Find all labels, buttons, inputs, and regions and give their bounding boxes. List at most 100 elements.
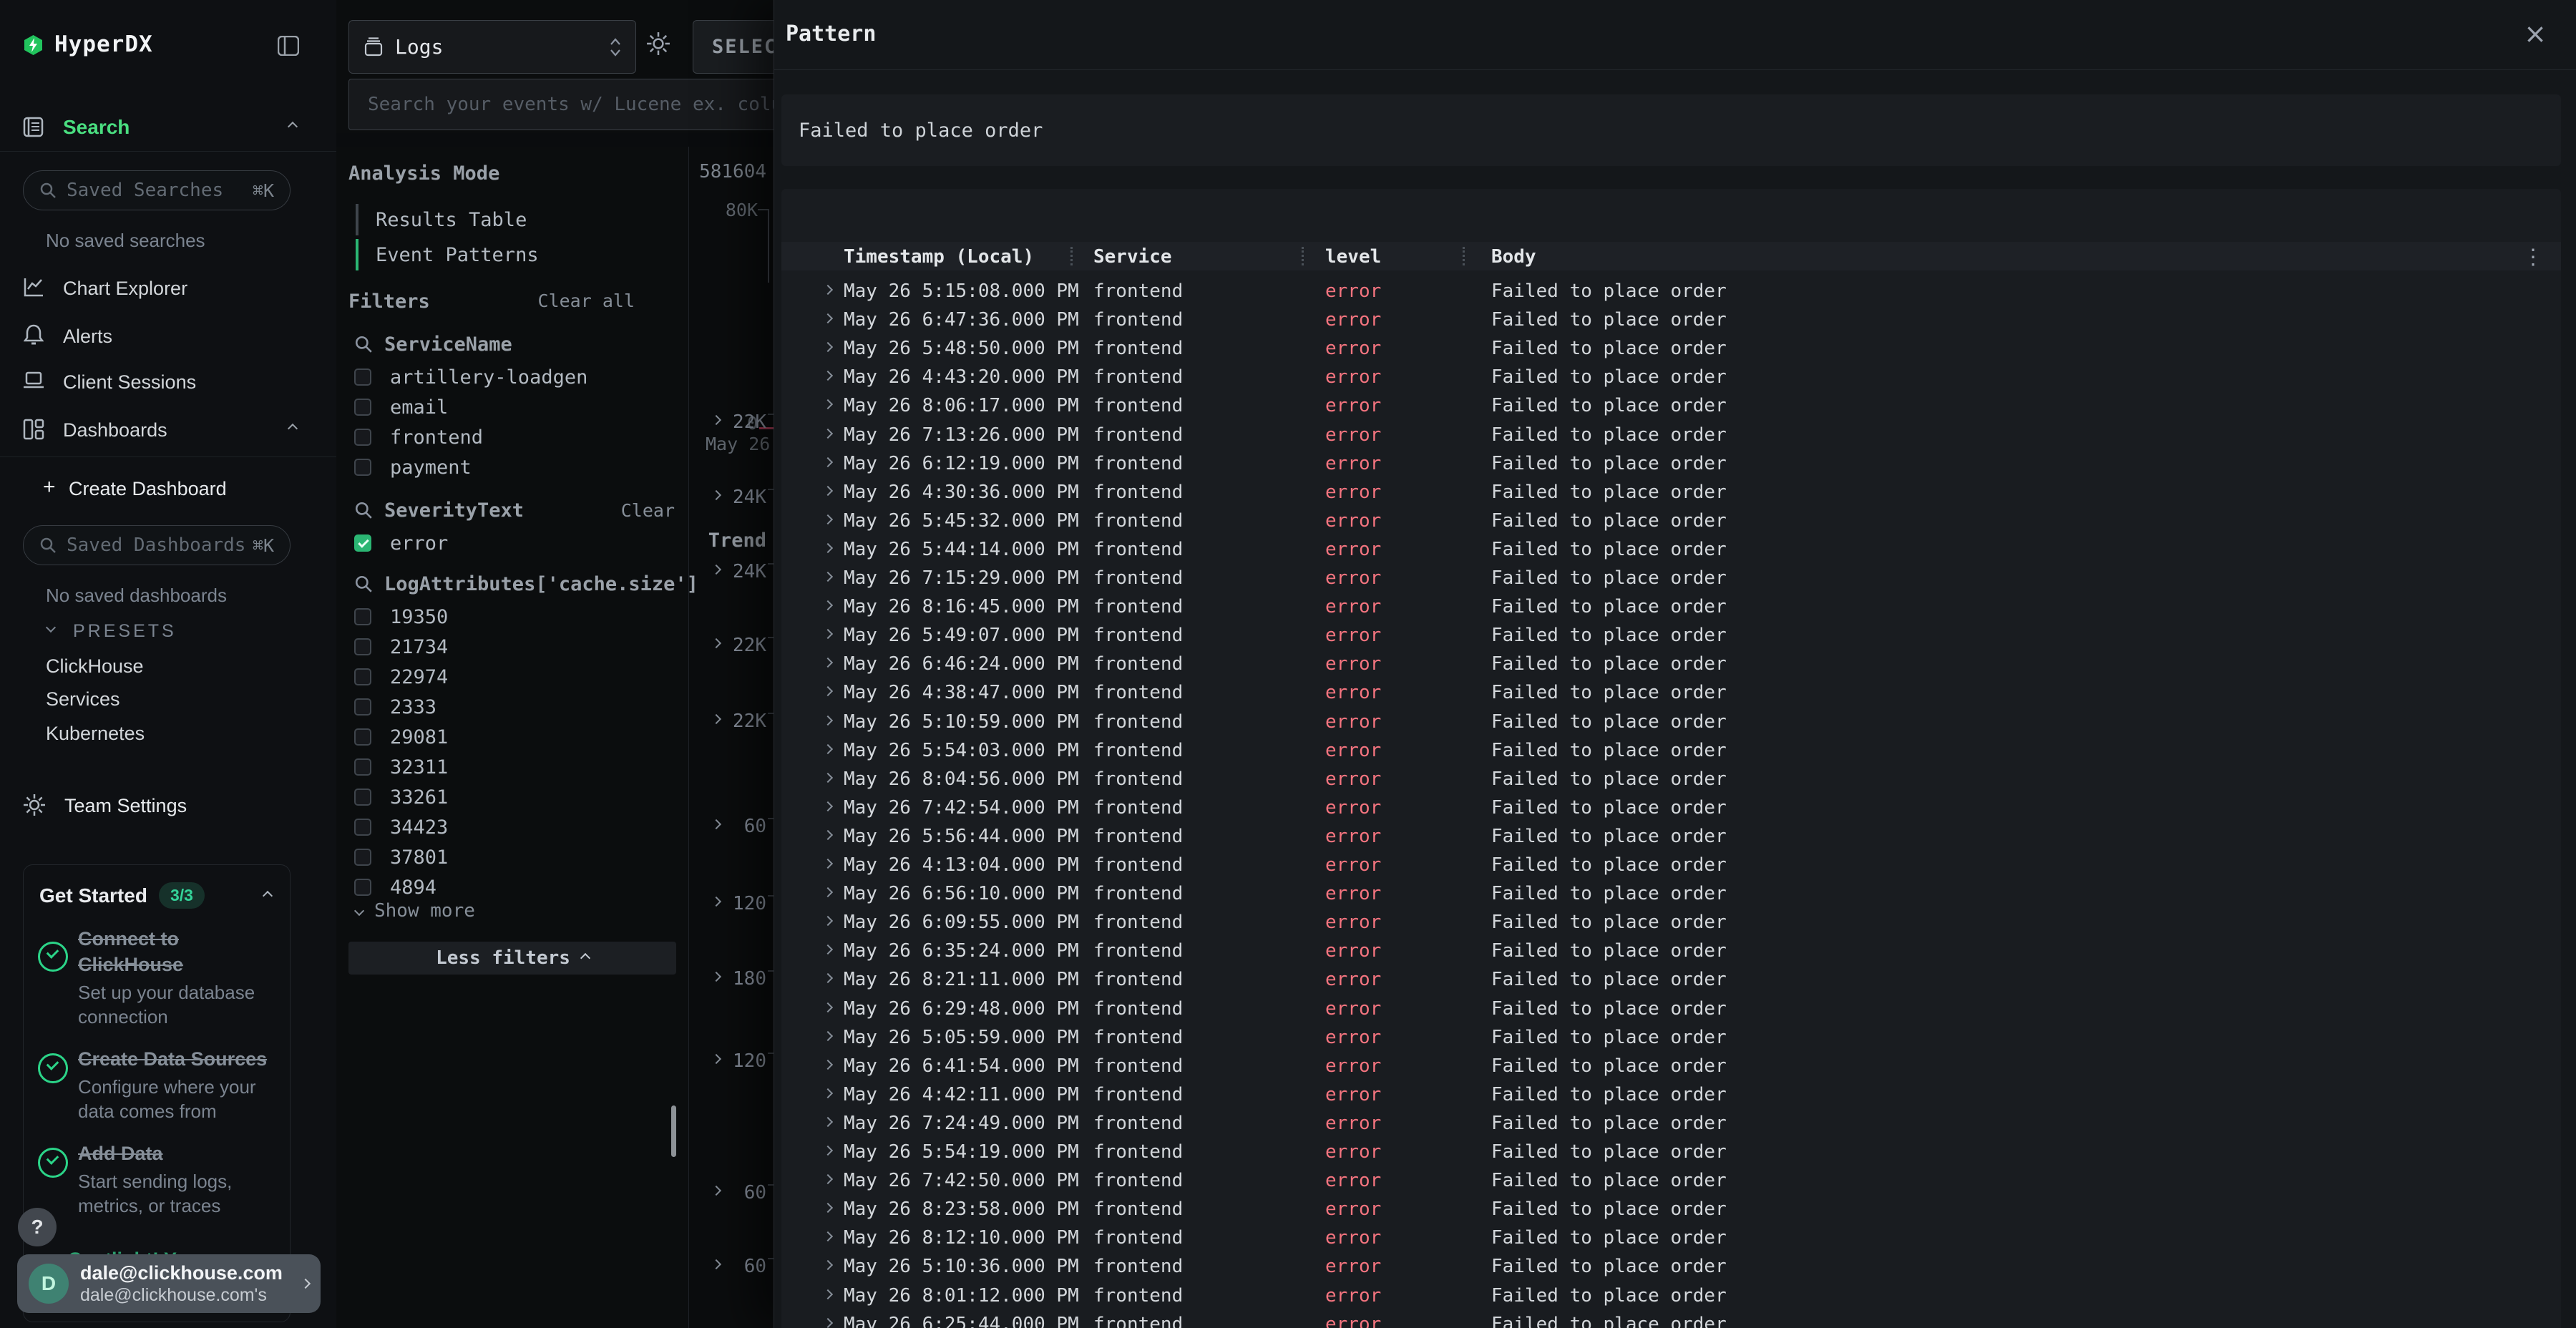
expand-row-chevron-icon[interactable] [823,313,833,323]
expand-row-chevron-icon[interactable] [823,859,833,869]
log-event-row[interactable]: May 26 6:56:10.000 PMfrontenderrorFailed… [781,879,2561,908]
log-event-row[interactable]: May 26 5:54:03.000 PMfrontenderrorFailed… [781,736,2561,765]
log-event-row[interactable]: May 26 7:15:29.000 PMfrontenderrorFailed… [781,564,2561,592]
source-settings-gear-icon[interactable] [646,31,670,56]
expand-chevron-icon[interactable] [711,638,721,648]
log-event-row[interactable]: May 26 4:38:47.000 PMfrontenderrorFailed… [781,678,2561,707]
expand-chevron-icon[interactable] [711,1259,721,1269]
expand-row-chevron-icon[interactable] [823,486,833,496]
expand-row-chevron-icon[interactable] [823,629,833,639]
filter-checkbox-row[interactable]: 33261 [348,782,678,812]
log-event-row[interactable]: May 26 8:06:17.000 PMfrontenderrorFailed… [781,391,2561,420]
help-button[interactable]: ? [18,1208,57,1246]
log-event-row[interactable]: May 26 8:01:12.000 PMfrontenderrorFailed… [781,1281,2561,1310]
expand-row-chevron-icon[interactable] [823,1174,833,1184]
log-event-row[interactable]: May 26 5:10:36.000 PMfrontenderrorFailed… [781,1252,2561,1281]
expand-row-chevron-icon[interactable] [823,1060,833,1070]
expand-chevron-icon[interactable] [711,415,721,425]
filters-scrollbar-thumb[interactable] [671,1105,676,1157]
preset-item-kubernetes[interactable]: Kubernetes [46,723,145,745]
expand-row-chevron-icon[interactable] [823,944,833,954]
log-event-row[interactable]: May 26 5:10:59.000 PMfrontenderrorFailed… [781,708,2561,736]
expand-row-chevron-icon[interactable] [823,1318,833,1328]
checkbox-unchecked[interactable] [354,399,371,416]
sidebar-item-search[interactable]: Search [63,116,130,139]
expand-chevron-icon[interactable] [711,1186,721,1196]
expand-row-chevron-icon[interactable] [823,658,833,668]
log-event-row[interactable]: May 26 6:29:48.000 PMfrontenderrorFailed… [781,995,2561,1023]
expand-row-chevron-icon[interactable] [823,1203,833,1213]
expand-row-chevron-icon[interactable] [823,1031,833,1041]
expand-row-chevron-icon[interactable] [823,428,833,438]
search-collapse-chevron-icon[interactable] [288,122,298,132]
expand-row-chevron-icon[interactable] [823,399,833,409]
checkbox-unchecked[interactable] [354,758,371,776]
filter-checkbox-row[interactable]: 32311 [348,752,678,782]
sidebar-item-alerts[interactable]: Alerts [63,326,112,348]
filter-search-icon[interactable] [354,575,373,593]
column-header-service[interactable]: Service [1093,246,1172,268]
pattern-peek-row[interactable]: 22K [689,411,775,432]
log-event-row[interactable]: May 26 8:16:45.000 PMfrontenderrorFailed… [781,592,2561,621]
log-event-row[interactable]: May 26 4:43:20.000 PMfrontenderrorFailed… [781,363,2561,391]
log-event-row[interactable]: May 26 6:46:24.000 PMfrontenderrorFailed… [781,650,2561,678]
source-select[interactable]: Logs [348,20,636,74]
filter-checkbox-row[interactable]: error [348,528,678,558]
log-event-row[interactable]: May 26 8:12:10.000 PMfrontenderrorFailed… [781,1224,2561,1252]
expand-chevron-icon[interactable] [711,1054,721,1064]
filter-checkbox-row[interactable]: 29081 [348,722,678,752]
saved-searches-input[interactable]: Saved Searches ⌘K [23,170,291,210]
expand-row-chevron-icon[interactable] [823,371,833,381]
preset-item-clickhouse[interactable]: ClickHouse [46,655,144,678]
filter-checkbox-row[interactable]: frontend [348,422,678,452]
log-event-row[interactable]: May 26 5:54:19.000 PMfrontenderrorFailed… [781,1138,2561,1166]
sidebar-item-client-sessions[interactable]: Client Sessions [63,371,196,394]
log-event-row[interactable]: May 26 6:41:54.000 PMfrontenderrorFailed… [781,1052,2561,1080]
filter-checkbox-row[interactable]: 37801 [348,842,678,872]
column-header-body[interactable]: Body [1491,246,1536,268]
filter-checkbox-row[interactable]: 34423 [348,812,678,842]
log-event-row[interactable]: May 26 7:13:26.000 PMfrontenderrorFailed… [781,421,2561,449]
log-event-row[interactable]: May 26 8:04:56.000 PMfrontenderrorFailed… [781,765,2561,794]
show-more-button[interactable]: Show more [356,900,475,922]
log-event-row[interactable]: May 26 5:45:32.000 PMfrontenderrorFailed… [781,507,2561,535]
expand-row-chevron-icon[interactable] [823,285,833,295]
expand-row-chevron-icon[interactable] [823,773,833,783]
column-separator[interactable] [1302,247,1304,265]
log-event-row[interactable]: May 26 6:12:19.000 PMfrontenderrorFailed… [781,449,2561,478]
pattern-peek-row[interactable]: 24K [689,560,775,582]
pattern-peek-row[interactable]: 60 [689,1255,775,1276]
expand-chevron-icon[interactable] [711,714,721,724]
sidebar-item-team-settings[interactable]: Team Settings [64,795,187,817]
pattern-peek-row[interactable]: 60 [689,815,775,836]
expand-row-chevron-icon[interactable] [823,686,833,696]
log-event-row[interactable]: May 26 4:13:04.000 PMfrontenderrorFailed… [781,851,2561,879]
expand-chevron-icon[interactable] [711,565,721,575]
get-started-item[interactable]: Add Data Start sending logs, metrics, or… [24,1129,290,1224]
checkbox-unchecked[interactable] [354,698,371,716]
pattern-peek-row[interactable]: 180 [689,967,775,989]
log-event-row[interactable]: May 26 6:35:24.000 PMfrontenderrorFailed… [781,937,2561,965]
sidebar-item-dashboards[interactable]: Dashboards [63,419,167,441]
less-filters-button[interactable]: Less filters [348,942,676,975]
expand-row-chevron-icon[interactable] [823,1002,833,1012]
pattern-peek-row[interactable]: 60 [689,1181,775,1203]
get-started-item[interactable]: Create Data Sources Configure where your… [24,1035,290,1129]
column-separator[interactable] [1463,247,1465,265]
expand-row-chevron-icon[interactable] [823,1088,833,1098]
checkbox-unchecked[interactable] [354,728,371,746]
pattern-peek-row[interactable]: 120 [689,892,775,914]
expand-row-chevron-icon[interactable] [823,744,833,754]
log-event-row[interactable]: May 26 6:47:36.000 PMfrontenderrorFailed… [781,306,2561,334]
expand-chevron-icon[interactable] [711,972,721,982]
log-event-row[interactable]: May 26 5:15:08.000 PMfrontenderrorFailed… [781,277,2561,306]
pattern-peek-row[interactable]: 22K [689,710,775,731]
close-icon[interactable]: × [2524,20,2547,47]
analysis-mode-results-table[interactable]: Results Table [348,204,663,235]
expand-row-chevron-icon[interactable] [823,600,833,610]
filter-group-clear-link[interactable]: Clear [621,500,678,521]
checkbox-unchecked[interactable] [354,879,371,896]
column-separator[interactable] [1070,247,1073,265]
log-event-row[interactable]: May 26 6:09:55.000 PMfrontenderrorFailed… [781,908,2561,937]
expand-row-chevron-icon[interactable] [823,715,833,725]
